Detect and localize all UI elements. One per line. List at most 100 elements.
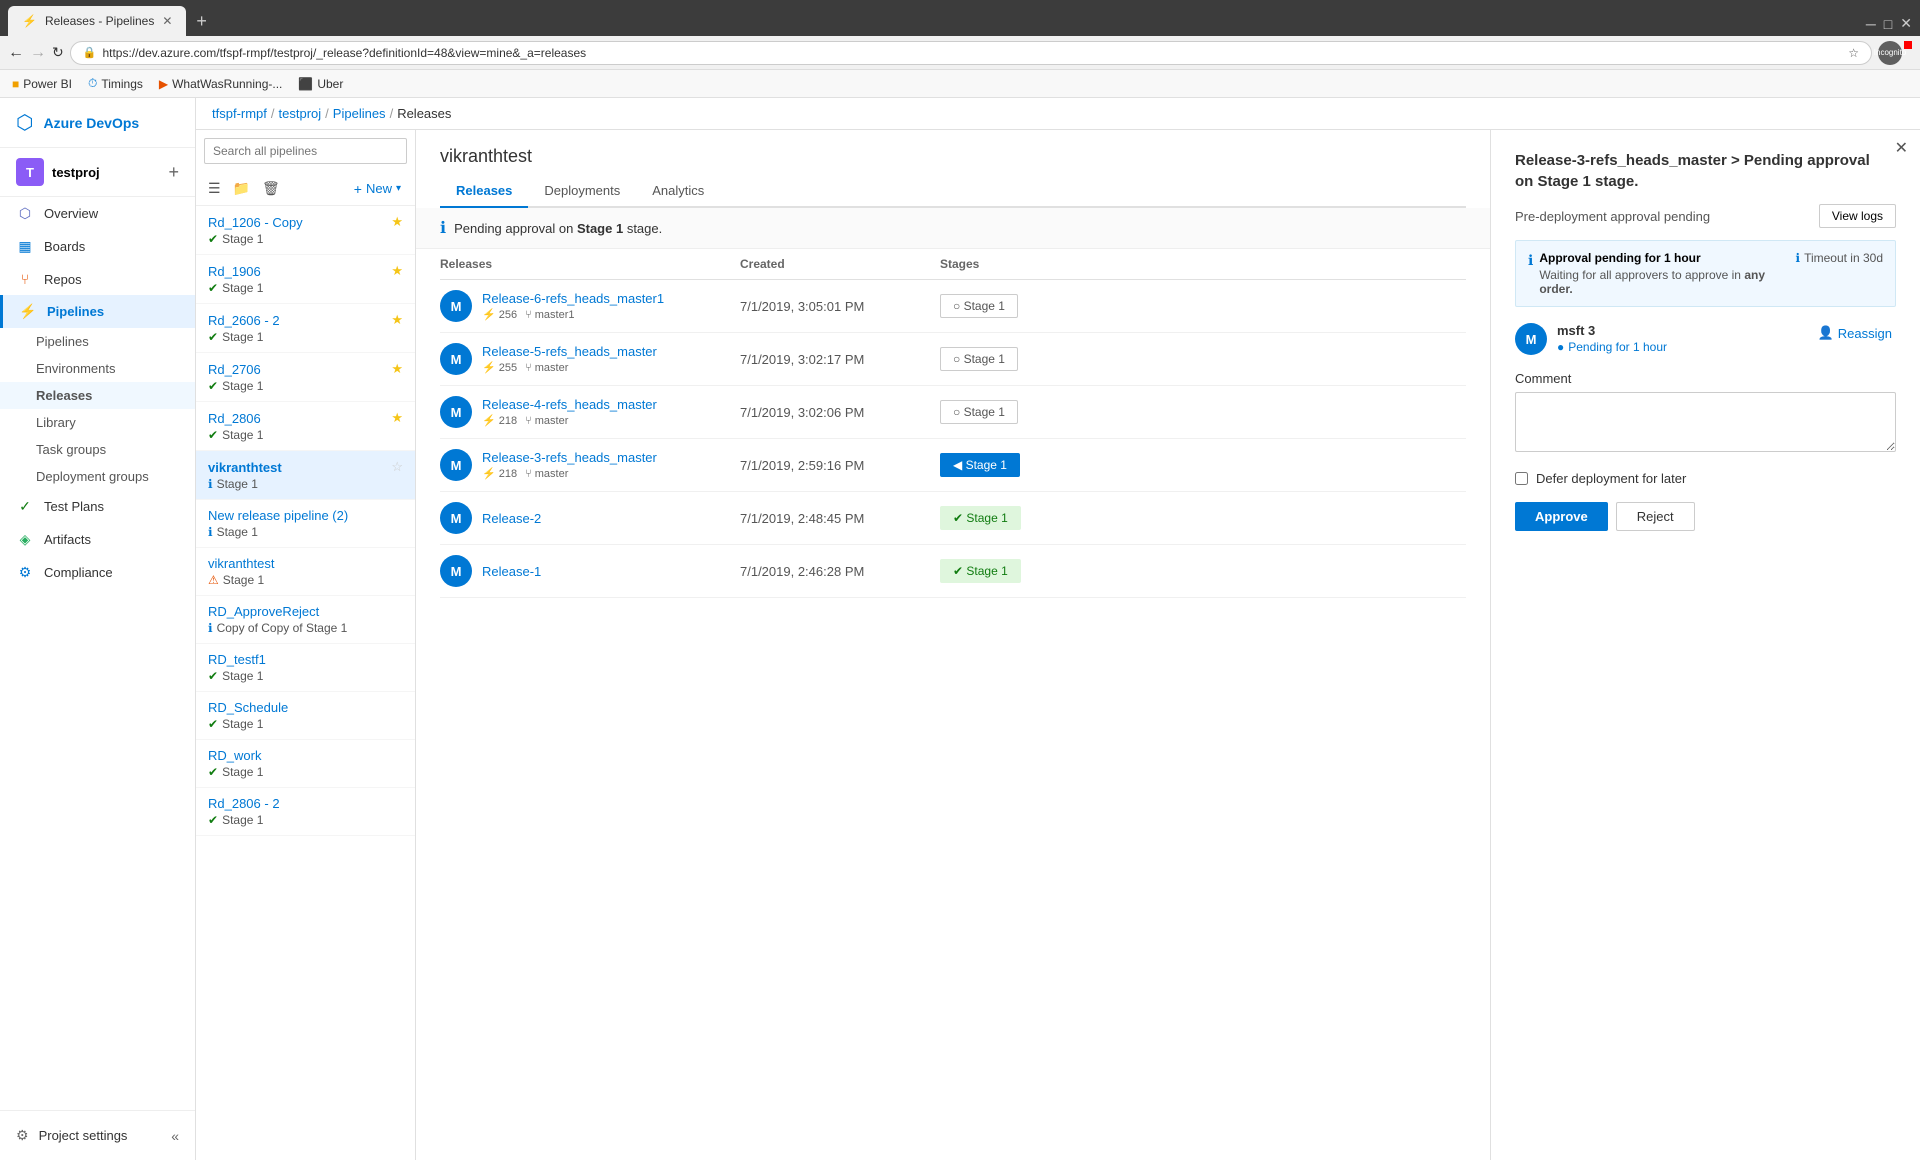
close-btn[interactable]: ✕ xyxy=(1900,15,1912,32)
plus-icon: + xyxy=(354,181,362,197)
bookmark-icon[interactable]: ☆ xyxy=(1848,46,1859,60)
sidebar-item-boards[interactable]: ▦ Boards xyxy=(0,230,195,263)
stage-label: Stage 1 xyxy=(222,669,263,683)
stage-pending-btn[interactable]: ◀ Stage 1 xyxy=(940,453,1020,477)
refresh-btn[interactable]: ↻ xyxy=(52,44,64,61)
minimize-btn[interactable]: ─ xyxy=(1866,16,1876,32)
list-item[interactable]: Rd_2606 - 2 ★ ✔ Stage 1 xyxy=(196,304,415,353)
info-circle-icon: ℹ xyxy=(1528,252,1533,269)
list-item[interactable]: Rd_1206 - Copy ★ ✔ Stage 1 xyxy=(196,206,415,255)
tab-deployments[interactable]: Deployments xyxy=(528,175,636,208)
delete-btn[interactable]: 🗑 xyxy=(258,176,284,201)
add-project-btn[interactable]: + xyxy=(168,162,179,183)
breadcrumb-releases: Releases xyxy=(397,106,451,121)
project-settings-item[interactable]: ⚙ Project settings « xyxy=(0,1119,195,1152)
sidebar-sub-pipelines[interactable]: Pipelines xyxy=(0,328,195,355)
view-logs-btn[interactable]: View logs xyxy=(1819,204,1896,228)
defer-label[interactable]: Defer deployment for later xyxy=(1536,471,1686,486)
back-btn[interactable]: ← xyxy=(8,44,24,62)
release-link[interactable]: Release-4-refs_heads_master xyxy=(482,397,657,412)
azure-devops-logo: ⬡ xyxy=(16,110,33,135)
tab-releases[interactable]: Releases xyxy=(440,175,528,208)
breadcrumb-pipelines[interactable]: Pipelines xyxy=(333,106,386,121)
list-view-btn[interactable]: ☰ xyxy=(204,176,225,201)
collapse-icon[interactable]: « xyxy=(171,1128,179,1144)
pending-dot-icon: ● xyxy=(1557,340,1564,354)
new-pipeline-btn[interactable]: + New ▾ xyxy=(348,177,407,201)
sidebar-sub-deploymentgroups[interactable]: Deployment groups xyxy=(0,463,195,490)
star-filled-icon[interactable]: ★ xyxy=(391,361,403,377)
reassign-btn[interactable]: 👤 Reassign xyxy=(1814,323,1896,343)
release-link[interactable]: Release-1 xyxy=(482,564,541,579)
list-item[interactable]: vikranthtest ⚠ Stage 1 xyxy=(196,548,415,596)
release-meta: ⚡ 218 ⑂ master xyxy=(482,467,657,480)
azure-devops-title[interactable]: Azure DevOps xyxy=(43,115,139,131)
address-bar[interactable]: 🔒 https://dev.azure.com/tfspf-rmpf/testp… xyxy=(70,41,1872,65)
sidebar-sub-environments[interactable]: Environments xyxy=(0,355,195,382)
star-filled-icon[interactable]: ★ xyxy=(391,410,403,426)
list-item[interactable]: Rd_2806 ★ ✔ Stage 1 xyxy=(196,402,415,451)
defer-checkbox[interactable] xyxy=(1515,472,1528,485)
list-item[interactable]: New release pipeline (2) ℹ Stage 1 xyxy=(196,500,415,548)
maximize-btn[interactable]: □ xyxy=(1884,16,1892,32)
sidebar-sub-library[interactable]: Library xyxy=(0,409,195,436)
tab-close-icon[interactable]: ✕ xyxy=(162,14,172,28)
release-link[interactable]: Release-5-refs_heads_master xyxy=(482,344,657,359)
list-item[interactable]: Rd_2706 ★ ✔ Stage 1 xyxy=(196,353,415,402)
forward-btn[interactable]: → xyxy=(30,44,46,62)
list-item[interactable]: RD_ApproveReject ℹ Copy of Copy of Stage… xyxy=(196,596,415,644)
bookmark-timings[interactable]: ⏱ Timings xyxy=(88,76,143,91)
tab-analytics[interactable]: Analytics xyxy=(636,175,720,208)
sidebar-sub-releases[interactable]: Releases xyxy=(0,382,195,409)
release-cell: M Release-2 xyxy=(440,502,740,534)
dropdown-icon: ▾ xyxy=(396,183,401,194)
sidebar-item-artifacts[interactable]: ◈ Artifacts xyxy=(0,523,195,556)
panel-close-btn[interactable]: ✕ xyxy=(1895,138,1908,158)
bookmark-whatwasrunning[interactable]: ▶ WhatWasRunning-... xyxy=(159,77,283,91)
address-bar-row: ← → ↻ 🔒 https://dev.azure.com/tfspf-rmpf… xyxy=(0,36,1920,70)
sidebar-item-testplans[interactable]: ✓ Test Plans xyxy=(0,490,195,523)
release-link[interactable]: Release-6-refs_heads_master1 xyxy=(482,291,664,306)
sidebar-item-repos[interactable]: ⑂ Repos xyxy=(0,263,195,295)
sidebar-item-overview[interactable]: ⬡ Overview xyxy=(0,197,195,230)
new-tab-btn[interactable]: + xyxy=(188,11,215,36)
active-tab[interactable]: ⚡ Releases - Pipelines ✕ xyxy=(8,6,186,36)
pipeline-search-input[interactable] xyxy=(204,138,407,164)
star-filled-icon[interactable]: ★ xyxy=(391,263,403,279)
sidebar-item-pipelines[interactable]: ⚡ Pipelines xyxy=(0,295,195,328)
approver-name: msft 3 xyxy=(1557,323,1804,338)
org-name[interactable]: testproj xyxy=(52,165,160,180)
pipeline-name: Rd_2606 - 2 xyxy=(208,313,280,328)
reject-btn[interactable]: Reject xyxy=(1616,502,1695,531)
avatar: M xyxy=(440,290,472,322)
release-link[interactable]: Release-3-refs_heads_master xyxy=(482,450,657,465)
comment-textarea[interactable] xyxy=(1515,392,1896,452)
profile-avatar[interactable]: Incognito xyxy=(1878,41,1902,65)
stage-outline-btn[interactable]: ○ Stage 1 xyxy=(940,400,1018,424)
list-item[interactable]: RD_Schedule ✔ Stage 1 xyxy=(196,692,415,740)
stage-label: Stage 1 xyxy=(222,717,263,731)
pipelines-icon: ⚡ xyxy=(19,303,37,320)
star-empty-icon[interactable]: ☆ xyxy=(391,459,403,475)
star-filled-icon[interactable]: ★ xyxy=(391,214,403,230)
approve-btn[interactable]: Approve xyxy=(1515,502,1608,531)
list-item[interactable]: vikranthtest ☆ ℹ Stage 1 xyxy=(196,451,415,500)
list-item[interactable]: RD_testf1 ✔ Stage 1 xyxy=(196,644,415,692)
table-row: M Release-6-refs_heads_master1 ⚡ 256 ⑂ m… xyxy=(440,280,1466,333)
stage-outline-btn[interactable]: ○ Stage 1 xyxy=(940,347,1018,371)
bookmark-powerbi[interactable]: ■ Power BI xyxy=(12,77,72,91)
breadcrumb-project[interactable]: testproj xyxy=(279,106,322,121)
list-item[interactable]: Rd_2806 - 2 ✔ Stage 1 xyxy=(196,788,415,836)
sidebar-sub-taskgroups[interactable]: Task groups xyxy=(0,436,195,463)
sidebar-item-compliance[interactable]: ⚙ Compliance xyxy=(0,556,195,589)
stage-outline-btn[interactable]: ○ Stage 1 xyxy=(940,294,1018,318)
list-item[interactable]: RD_work ✔ Stage 1 xyxy=(196,740,415,788)
release-link[interactable]: Release-2 xyxy=(482,511,541,526)
stage-success-btn[interactable]: ✔ Stage 1 xyxy=(940,506,1021,530)
stage-success-btn[interactable]: ✔ Stage 1 xyxy=(940,559,1021,583)
star-filled-icon[interactable]: ★ xyxy=(391,312,403,328)
breadcrumb-org[interactable]: tfspf-rmpf xyxy=(212,106,267,121)
bookmark-uber[interactable]: ⬛ Uber xyxy=(298,77,343,91)
list-item[interactable]: Rd_1906 ★ ✔ Stage 1 xyxy=(196,255,415,304)
folder-view-btn[interactable]: 📁 xyxy=(229,176,254,201)
